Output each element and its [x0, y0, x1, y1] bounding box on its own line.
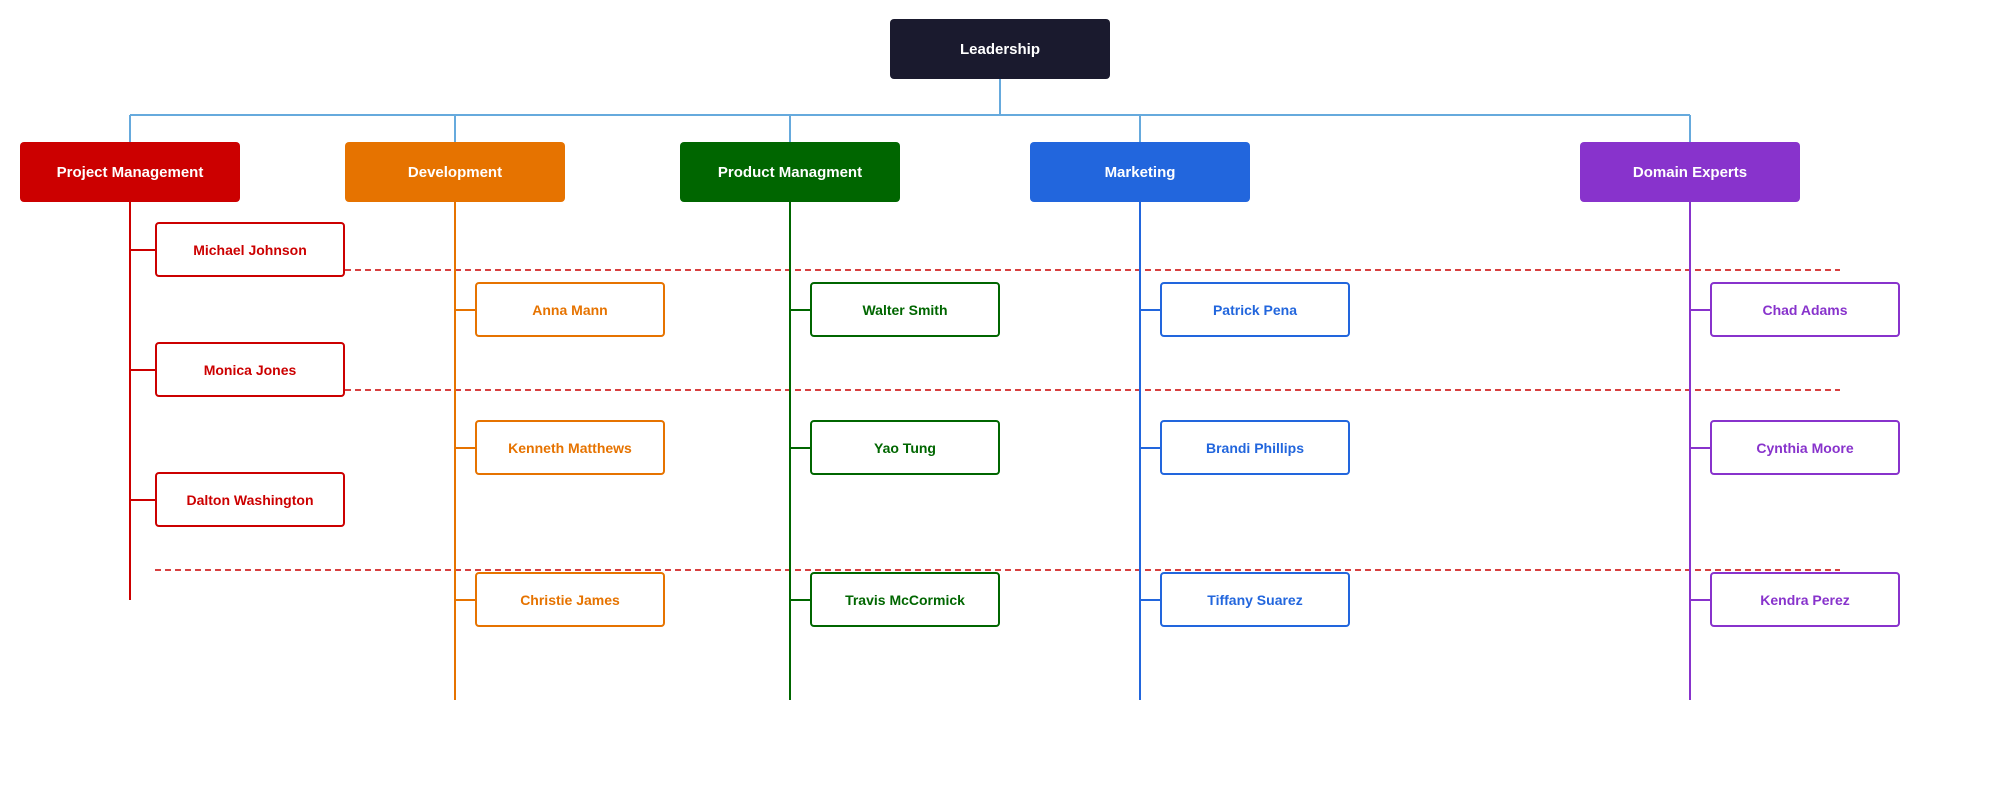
person-kenneth-matthews: Kenneth Matthews — [475, 420, 665, 475]
person-michael-johnson: Michael Johnson — [155, 222, 345, 277]
person-walter-smith: Walter Smith — [810, 282, 1000, 337]
person-christie-james: Christie James — [475, 572, 665, 627]
person-dalton-washington: Dalton Washington — [155, 472, 345, 527]
person-yao-tung: Yao Tung — [810, 420, 1000, 475]
person-kendra-perez: Kendra Perez — [1710, 572, 1900, 627]
person-patrick-pena: Patrick Pena — [1160, 282, 1350, 337]
person-tiffany-suarez: Tiffany Suarez — [1160, 572, 1350, 627]
dept-prodmgmt-node: Product Managment — [680, 142, 900, 202]
dept-pm-label: Project Management — [57, 164, 204, 181]
person-chad-adams: Chad Adams — [1710, 282, 1900, 337]
leadership-node: Leadership — [890, 19, 1110, 79]
dept-marketing-node: Marketing — [1030, 142, 1250, 202]
dept-dev-label: Development — [408, 164, 502, 181]
org-chart: Leadership Project Management Developmen… — [0, 0, 2000, 809]
person-travis-mccormick: Travis McCormick — [810, 572, 1000, 627]
person-cynthia-moore: Cynthia Moore — [1710, 420, 1900, 475]
dept-dev-node: Development — [345, 142, 565, 202]
leadership-label: Leadership — [960, 41, 1040, 58]
person-monica-jones: Monica Jones — [155, 342, 345, 397]
person-anna-mann: Anna Mann — [475, 282, 665, 337]
connector-lines — [0, 0, 2000, 809]
dept-domain-label: Domain Experts — [1633, 164, 1747, 181]
dept-marketing-label: Marketing — [1105, 164, 1176, 181]
person-brandi-phillips: Brandi Phillips — [1160, 420, 1350, 475]
dept-pm-node: Project Management — [20, 142, 240, 202]
dept-prodmgmt-label: Product Managment — [718, 164, 862, 181]
dept-domain-node: Domain Experts — [1580, 142, 1800, 202]
